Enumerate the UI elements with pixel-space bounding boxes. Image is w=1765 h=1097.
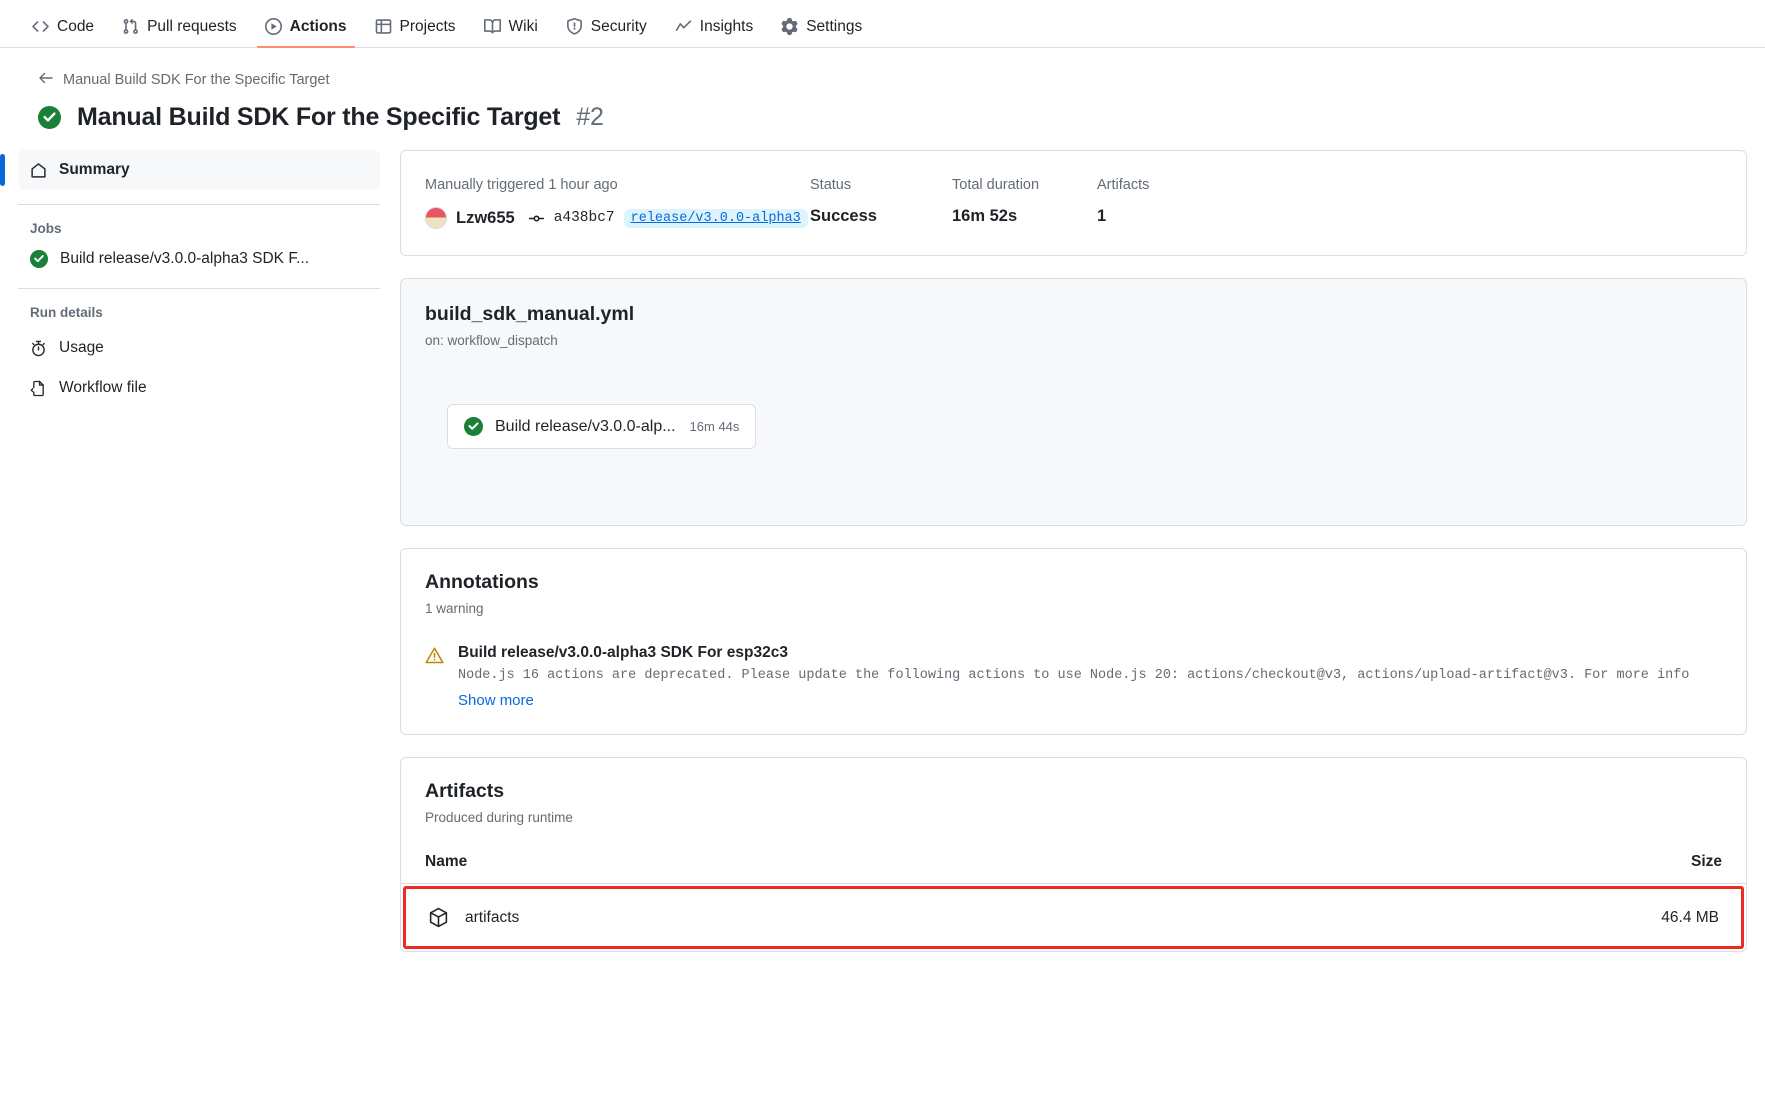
trigger-label: Manually triggered 1 hour ago — [425, 177, 810, 193]
workflow-trigger: on: workflow_dispatch — [425, 333, 1722, 348]
artifact-size: 46.4 MB — [1599, 909, 1719, 927]
artifact-name: artifacts — [465, 909, 519, 927]
sidebar-item-summary[interactable]: Summary — [18, 150, 380, 190]
page-title: Manual Build SDK For the Specific Target… — [38, 103, 1765, 132]
actor-name[interactable]: Lzw655 — [456, 209, 515, 228]
table-icon — [375, 18, 392, 35]
gear-icon — [781, 18, 798, 35]
check-circle-fill-icon — [30, 250, 48, 268]
page-body: Summary Jobs Build release/v3.0.0-alpha3… — [0, 132, 1765, 974]
alert-triangle-icon — [425, 644, 444, 710]
nav-item-wiki[interactable]: Wiki — [474, 18, 548, 47]
duration-value: 16m 52s — [952, 207, 1097, 226]
git-pull-request-icon — [122, 18, 139, 35]
commit-sha[interactable]: a438bc7 — [554, 210, 615, 226]
branch-chip[interactable]: release/v3.0.0-alpha3 — [624, 209, 808, 228]
annotation-body: Build release/v3.0.0-alpha3 SDK For esp3… — [458, 644, 1722, 710]
shield-icon — [566, 18, 583, 35]
sidebar-item-label: Usage — [59, 339, 104, 357]
sidebar-item-usage[interactable]: Usage — [18, 328, 380, 368]
artifacts-label: Artifacts — [1097, 177, 1149, 193]
nav-item-label: Actions — [290, 19, 347, 35]
page-title-text: Manual Build SDK For the Specific Target — [77, 103, 560, 132]
nav-item-insights[interactable]: Insights — [665, 18, 763, 47]
nav-item-label: Pull requests — [147, 19, 237, 35]
column-header-size: Size — [1602, 853, 1722, 871]
check-circle-fill-icon — [38, 106, 61, 129]
artifacts-table-header: Name Size — [401, 853, 1746, 884]
sidebar-item-label: Workflow file — [59, 379, 147, 397]
annotations-card: Annotations 1 warning Build release/v3.0… — [400, 548, 1747, 735]
nav-item-label: Code — [57, 19, 94, 35]
nav-item-label: Wiki — [509, 19, 538, 35]
nav-item-code[interactable]: Code — [22, 18, 104, 47]
sidebar-heading-jobs: Jobs — [18, 205, 380, 244]
artifacts-header: Artifacts Produced during runtime — [401, 780, 1746, 825]
trigger-value: Lzw655 a438bc7 release/v3.0.0-alpha3 — [425, 207, 810, 229]
play-circle-icon — [265, 18, 282, 35]
sidebar-item-label: Summary — [59, 161, 130, 179]
sidebar: Summary Jobs Build release/v3.0.0-alpha3… — [0, 150, 380, 974]
workflow-job-node-duration: 16m 44s — [690, 419, 740, 434]
file-code-icon — [30, 380, 47, 397]
artifacts-title: Artifacts — [425, 780, 1722, 803]
commit-icon — [528, 210, 545, 227]
sidebar-heading-run-details: Run details — [18, 289, 380, 328]
status-label: Status — [810, 177, 952, 193]
package-icon — [428, 907, 449, 928]
page-header: Manual Build SDK For the Specific Target… — [0, 48, 1765, 132]
main-content: Manually triggered 1 hour ago Lzw655 a43… — [380, 150, 1765, 974]
breadcrumb-back-label: Manual Build SDK For the Specific Target — [63, 72, 330, 88]
artifacts-card: Artifacts Produced during runtime Name S… — [400, 757, 1747, 952]
nav-item-settings[interactable]: Settings — [771, 18, 872, 47]
book-icon — [484, 18, 501, 35]
duration-column: Total duration 16m 52s — [952, 177, 1097, 229]
breadcrumb-back-link[interactable]: Manual Build SDK For the Specific Target — [38, 70, 1765, 90]
artifacts-count-column: Artifacts 1 — [1097, 177, 1149, 229]
artifact-name-cell[interactable]: artifacts — [428, 907, 1599, 928]
workflow-graph-area: Build release/v3.0.0-alp... 16m 44s — [425, 348, 1722, 499]
workflow-job-node-label: Build release/v3.0.0-alp... — [495, 418, 676, 436]
workflow-file-name: build_sdk_manual.yml — [425, 303, 1722, 326]
nav-item-label: Settings — [806, 19, 862, 35]
sidebar-item-workflow-file[interactable]: Workflow file — [18, 368, 380, 408]
artifacts-value: 1 — [1097, 207, 1149, 226]
repo-nav: Code Pull requests Actions Projects Wiki… — [0, 0, 1765, 48]
stopwatch-icon — [30, 340, 47, 357]
trigger-column: Manually triggered 1 hour ago Lzw655 a43… — [425, 177, 810, 229]
avatar — [425, 207, 447, 229]
status-value: Success — [810, 207, 952, 226]
nav-item-label: Insights — [700, 19, 753, 35]
run-number: #2 — [576, 103, 603, 132]
show-more-link[interactable]: Show more — [458, 692, 534, 709]
nav-item-actions[interactable]: Actions — [255, 18, 357, 47]
annotation-message: Node.js 16 actions are deprecated. Pleas… — [458, 668, 1722, 683]
nav-item-security[interactable]: Security — [556, 18, 657, 47]
sidebar-job-label: Build release/v3.0.0-alpha3 SDK F... — [60, 250, 309, 268]
annotation-item: Build release/v3.0.0-alpha3 SDK For esp3… — [425, 644, 1722, 710]
annotations-subtitle: 1 warning — [425, 601, 1722, 616]
code-icon — [32, 18, 49, 35]
duration-label: Total duration — [952, 177, 1097, 193]
graph-icon — [675, 18, 692, 35]
nav-item-projects[interactable]: Projects — [365, 18, 466, 47]
status-column: Status Success — [810, 177, 952, 229]
sidebar-item-job[interactable]: Build release/v3.0.0-alpha3 SDK F... — [18, 244, 380, 274]
workflow-graph-card: build_sdk_manual.yml on: workflow_dispat… — [400, 278, 1747, 526]
annotations-title: Annotations — [425, 571, 1722, 594]
nav-item-label: Security — [591, 19, 647, 35]
arrow-left-icon — [38, 70, 54, 90]
annotation-title: Build release/v3.0.0-alpha3 SDK For esp3… — [458, 644, 1722, 662]
home-icon — [30, 162, 47, 179]
artifacts-subtitle: Produced during runtime — [425, 810, 1722, 825]
run-summary-card: Manually triggered 1 hour ago Lzw655 a43… — [400, 150, 1747, 256]
column-header-name: Name — [425, 853, 1602, 871]
nav-item-label: Projects — [400, 19, 456, 35]
check-circle-fill-icon — [464, 417, 483, 436]
table-row[interactable]: artifacts 46.4 MB — [403, 886, 1744, 949]
workflow-job-node[interactable]: Build release/v3.0.0-alp... 16m 44s — [447, 404, 756, 449]
nav-item-pull-requests[interactable]: Pull requests — [112, 18, 247, 47]
